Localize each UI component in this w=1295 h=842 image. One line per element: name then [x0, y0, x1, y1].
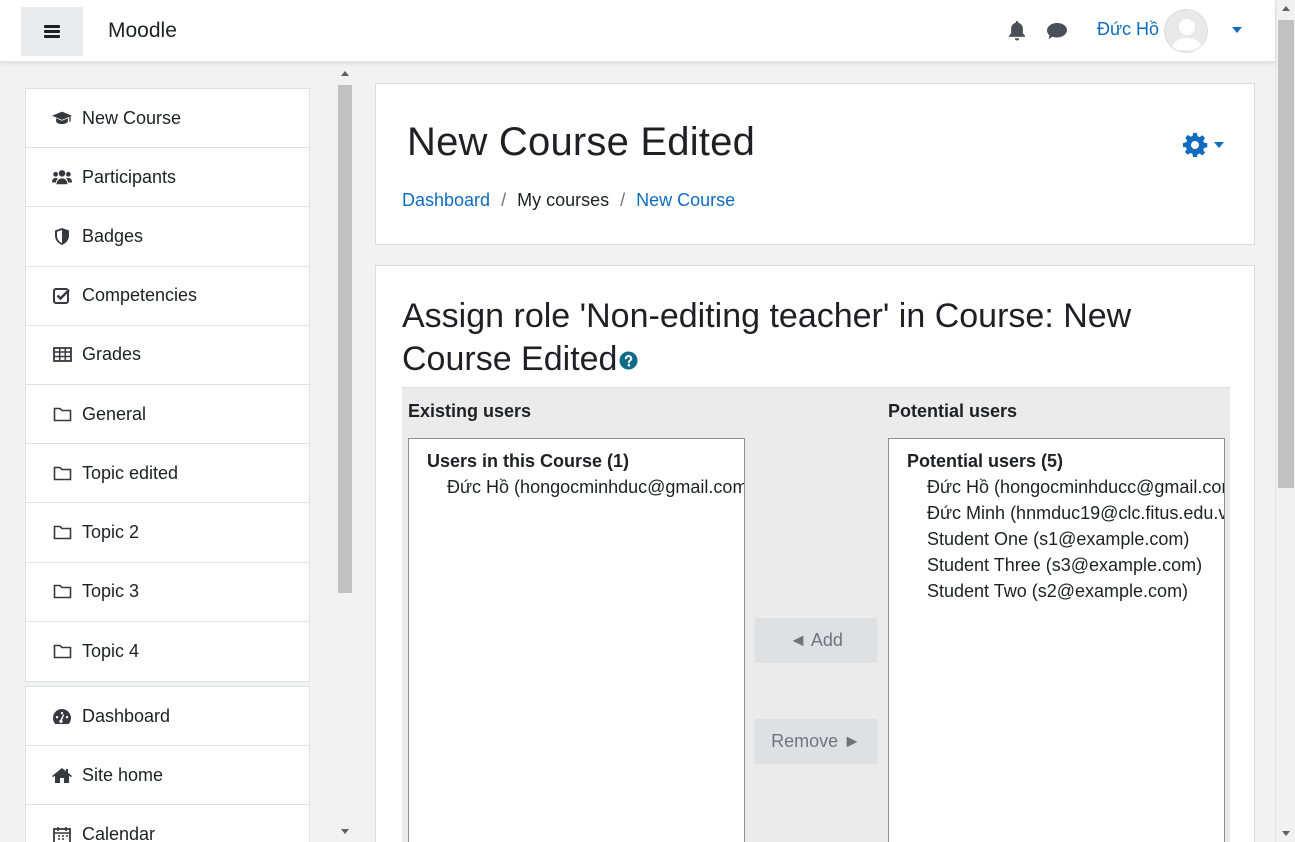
existing-users-label: Existing users: [408, 401, 532, 421]
drawer-scrollbar-thumb[interactable]: [338, 85, 352, 593]
user-avatar[interactable]: [1164, 9, 1208, 53]
assign-role-card: Assign role 'Non-editing teacher' in Cou…: [375, 265, 1255, 842]
site-nav-group: Dashboard Site home Calendar: [25, 686, 310, 842]
dashboard-icon: [52, 706, 72, 726]
folder-icon: [52, 582, 72, 602]
potential-users-group-label: Potential users (5): [907, 451, 1064, 471]
list-item[interactable]: Student One (s1@example.com): [889, 526, 1224, 552]
nav-item-label: Participants: [82, 166, 177, 187]
remove-user-button[interactable]: Remove ►: [755, 719, 877, 764]
chevron-down-icon: [1214, 142, 1224, 148]
page-title: New Course Edited: [407, 120, 756, 164]
user-menu-caret-icon[interactable]: [1232, 27, 1242, 33]
nav-item-label: Dashboard: [82, 705, 171, 726]
breadcrumb-separator: /: [501, 190, 507, 210]
drawer-scrollbar[interactable]: [336, 71, 354, 842]
nav-item-label: Topic 4: [82, 640, 140, 661]
messages-chat-icon[interactable]: [1046, 20, 1068, 42]
nav-item-label: General: [82, 403, 147, 424]
calendar-icon: [52, 825, 72, 842]
check-square-icon: [52, 286, 72, 306]
breadcrumb-dashboard-link[interactable]: Dashboard: [402, 190, 490, 211]
shield-icon: [52, 226, 72, 246]
home-icon: [52, 765, 72, 785]
existing-users-select[interactable]: Users in this Course (1) Đức Hồ (hongocm…: [408, 438, 745, 842]
scroll-down-arrow-icon[interactable]: [1282, 831, 1290, 836]
potential-users-select[interactable]: Potential users (5) Đức Hồ (hongocminhdu…: [888, 438, 1225, 842]
course-settings-menu-button[interactable]: [1182, 132, 1224, 158]
nav-item-general[interactable]: General: [26, 385, 309, 445]
nav-item-new-course[interactable]: New Course: [26, 89, 309, 149]
page-scrollbar[interactable]: [1275, 0, 1295, 842]
top-navbar: Moodle Đức Hồ: [0, 0, 1275, 62]
page-header-card: New Course Edited Dashboard / My courses…: [375, 83, 1255, 245]
users-icon: [52, 167, 72, 187]
existing-users-group-label: Users in this Course (1): [427, 451, 630, 471]
nav-item-topic-3[interactable]: Topic 3: [26, 563, 309, 622]
nav-item-label: Calendar: [82, 824, 156, 842]
breadcrumb-my-courses: My courses: [517, 190, 610, 210]
nav-item-grades[interactable]: Grades: [26, 326, 309, 385]
user-assignment-area: Existing users Potential users Users in …: [402, 387, 1230, 842]
nav-item-badges[interactable]: Badges: [26, 207, 309, 267]
nav-item-topic-edited[interactable]: Topic edited: [26, 444, 309, 504]
help-question-icon[interactable]: [619, 338, 638, 381]
breadcrumb-separator: /: [620, 190, 626, 210]
nav-item-site-home[interactable]: Site home: [26, 746, 309, 806]
scroll-up-arrow-icon[interactable]: [1282, 6, 1290, 11]
user-name-link[interactable]: Đức Hồ: [1097, 19, 1159, 40]
list-item[interactable]: Đức Hồ (hongocminhduc@gmail.com): [409, 474, 744, 500]
nav-item-topic-2[interactable]: Topic 2: [26, 503, 309, 563]
folder-icon: [52, 522, 72, 542]
drawer-scroll-up-icon[interactable]: [341, 71, 349, 76]
breadcrumb: Dashboard / My courses / New Course: [402, 190, 735, 211]
table-icon: [52, 345, 72, 365]
nav-item-calendar[interactable]: Calendar: [26, 805, 309, 842]
nav-item-label: Topic edited: [82, 462, 179, 483]
hamburger-icon: [44, 25, 60, 38]
folder-icon: [52, 641, 72, 661]
nav-item-label: Site home: [82, 764, 164, 785]
nav-item-label: Topic 2: [82, 521, 140, 542]
list-item[interactable]: Student Two (s2@example.com): [889, 578, 1224, 604]
potential-users-label: Potential users: [888, 401, 1018, 421]
drawer-toggle-button[interactable]: [21, 7, 83, 56]
add-user-button[interactable]: ◄ Add: [755, 618, 877, 663]
notifications-bell-icon[interactable]: [1006, 20, 1028, 42]
page-scrollbar-thumb[interactable]: [1278, 20, 1294, 488]
nav-item-label: New Course: [82, 107, 182, 128]
graduation-cap-icon: [52, 108, 72, 128]
assign-role-heading-text: Assign role 'Non-editing teacher' in Cou…: [402, 297, 1132, 378]
nav-item-topic-4[interactable]: Topic 4: [26, 622, 309, 681]
course-nav-group: New Course Participants Badges Competenc…: [25, 88, 310, 682]
list-item[interactable]: Đức Minh (hnmduc19@clc.fitus.edu.vn): [889, 500, 1224, 526]
gear-icon: [1183, 133, 1208, 157]
nav-item-label: Competencies: [82, 285, 198, 306]
folder-icon: [52, 463, 72, 483]
list-item[interactable]: Student Three (s3@example.com): [889, 552, 1224, 578]
nav-item-participants[interactable]: Participants: [26, 148, 309, 208]
site-brand[interactable]: Moodle: [108, 19, 177, 43]
assign-role-heading: Assign role 'Non-editing teacher' in Cou…: [402, 295, 1242, 383]
nav-item-dashboard[interactable]: Dashboard: [26, 687, 309, 747]
nav-item-label: Badges: [82, 225, 144, 246]
breadcrumb-course-link[interactable]: New Course: [636, 190, 735, 211]
folder-icon: [52, 404, 72, 424]
drawer-scroll-down-icon[interactable]: [341, 829, 349, 834]
nav-drawer: New Course Participants Badges Competenc…: [0, 63, 356, 842]
nav-item-label: Topic 3: [82, 581, 140, 602]
nav-item-competencies[interactable]: Competencies: [26, 267, 309, 326]
list-item[interactable]: Đức Hồ (hongocminhducc@gmail.com): [889, 474, 1224, 500]
nav-item-label: Grades: [82, 344, 142, 365]
